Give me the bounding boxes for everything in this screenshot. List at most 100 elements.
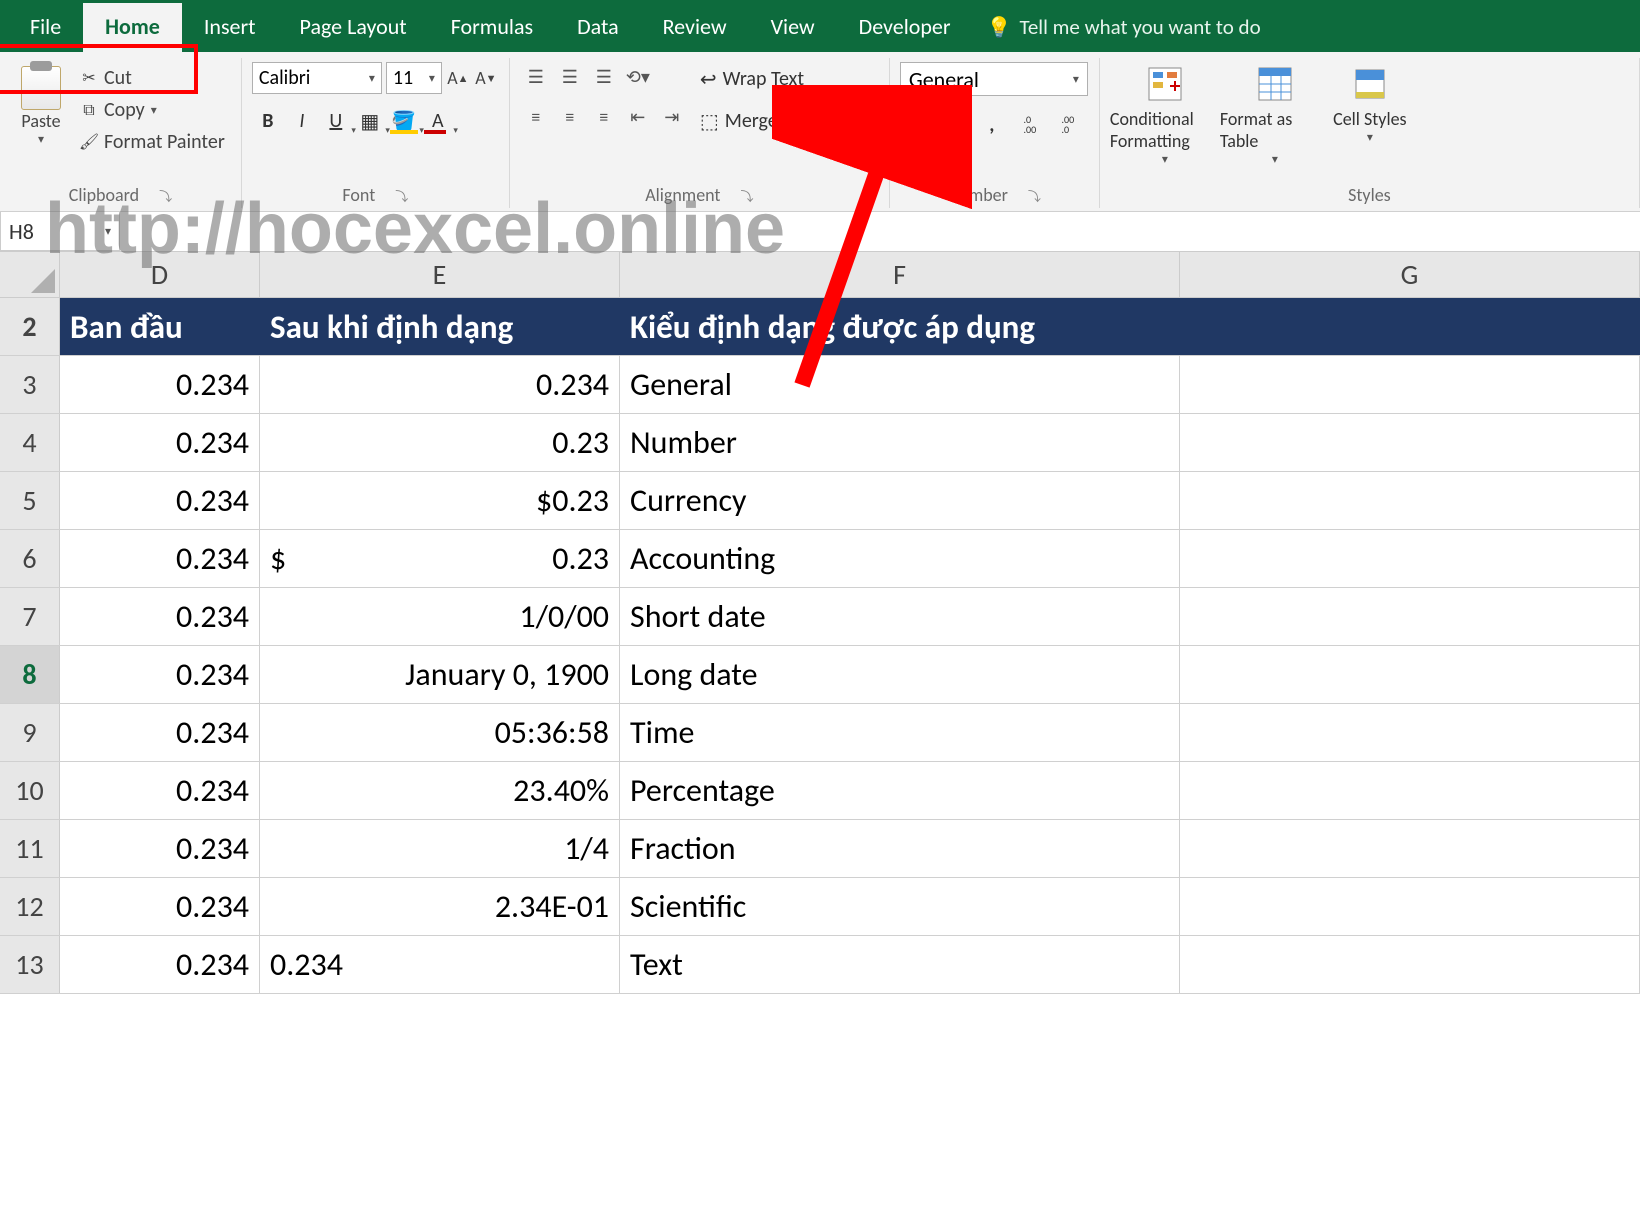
cell-E8[interactable]: January 0, 1900 bbox=[260, 646, 620, 703]
row-header-10[interactable]: 10 bbox=[0, 762, 60, 819]
row-header-3[interactable]: 3 bbox=[0, 356, 60, 413]
tab-view[interactable]: View bbox=[749, 3, 837, 52]
cell-G6[interactable] bbox=[1180, 530, 1640, 587]
tab-home[interactable]: Home bbox=[83, 3, 182, 52]
col-header-E[interactable]: E bbox=[260, 252, 620, 297]
header-cell-E[interactable]: Sau khi định dạng bbox=[260, 298, 620, 355]
cell-G7[interactable] bbox=[1180, 588, 1640, 645]
cell-D5[interactable]: 0.234 bbox=[60, 472, 260, 529]
tell-me-search[interactable]: 💡 Tell me what you want to do bbox=[973, 14, 1275, 52]
row-header-13[interactable]: 13 bbox=[0, 936, 60, 993]
tab-developer[interactable]: Developer bbox=[837, 3, 973, 52]
increase-decimal-button[interactable]: .0.00 bbox=[1014, 110, 1046, 140]
increase-font-size-button[interactable]: A▲ bbox=[446, 62, 470, 94]
cell-E13[interactable]: 0.234 bbox=[260, 936, 620, 993]
clipboard-launcher-icon[interactable]: ⤵ bbox=[159, 186, 172, 205]
cell-E5[interactable]: $0.23 bbox=[260, 472, 620, 529]
comma-format-button[interactable]: , bbox=[976, 110, 1008, 140]
merge-center-button[interactable]: ⬚ Merge & Center ▾ bbox=[700, 104, 867, 138]
row-header-2[interactable]: 2 bbox=[0, 298, 60, 355]
cell-E10[interactable]: 23.40% bbox=[260, 762, 620, 819]
cell-F6[interactable]: Accounting bbox=[620, 530, 1180, 587]
cell-G9[interactable] bbox=[1180, 704, 1640, 761]
cell-E9[interactable]: 05:36:58 bbox=[260, 704, 620, 761]
align-left-button[interactable]: ≡ bbox=[520, 102, 552, 132]
header-cell-G[interactable] bbox=[1180, 298, 1640, 355]
cell-E6[interactable]: $0.23 bbox=[260, 530, 620, 587]
col-header-F[interactable]: F bbox=[620, 252, 1180, 297]
tab-file[interactable]: File bbox=[8, 3, 83, 52]
cell-D7[interactable]: 0.234 bbox=[60, 588, 260, 645]
cell-F8[interactable]: Long date bbox=[620, 646, 1180, 703]
row-header-4[interactable]: 4 bbox=[0, 414, 60, 471]
wrap-text-button[interactable]: ↩ Wrap Text bbox=[700, 62, 867, 96]
row-header-11[interactable]: 11 bbox=[0, 820, 60, 877]
decrease-decimal-button[interactable]: .00.0 bbox=[1052, 110, 1084, 140]
decrease-font-size-button[interactable]: A▼ bbox=[474, 62, 498, 94]
tab-data[interactable]: Data bbox=[555, 3, 641, 52]
cell-E7[interactable]: 1/0/00 bbox=[260, 588, 620, 645]
fill-color-button[interactable]: 🪣▾ bbox=[388, 106, 420, 136]
cell-E12[interactable]: 2.34E-01 bbox=[260, 878, 620, 935]
cell-D12[interactable]: 0.234 bbox=[60, 878, 260, 935]
accounting-format-button[interactable]: $▾ bbox=[900, 110, 932, 140]
cell-E3[interactable]: 0.234 bbox=[260, 356, 620, 413]
cell-D4[interactable]: 0.234 bbox=[60, 414, 260, 471]
number-format-select[interactable]: General▾ bbox=[900, 62, 1088, 96]
cell-G13[interactable] bbox=[1180, 936, 1640, 993]
copy-button[interactable]: ⧉ Copy▾ bbox=[80, 98, 225, 122]
cell-F7[interactable]: Short date bbox=[620, 588, 1180, 645]
cell-G4[interactable] bbox=[1180, 414, 1640, 471]
align-bottom-button[interactable]: ☰ bbox=[588, 62, 620, 92]
cell-F5[interactable]: Currency bbox=[620, 472, 1180, 529]
col-header-D[interactable]: D bbox=[60, 252, 260, 297]
cell-F9[interactable]: Time bbox=[620, 704, 1180, 761]
row-header-9[interactable]: 9 bbox=[0, 704, 60, 761]
underline-button[interactable]: U▾ bbox=[320, 106, 352, 136]
cell-F12[interactable]: Scientific bbox=[620, 878, 1180, 935]
cell-F4[interactable]: Number bbox=[620, 414, 1180, 471]
cell-F13[interactable]: Text bbox=[620, 936, 1180, 993]
font-launcher-icon[interactable]: ⤵ bbox=[395, 186, 408, 205]
row-header-8[interactable]: 8 bbox=[0, 646, 60, 703]
cell-D11[interactable]: 0.234 bbox=[60, 820, 260, 877]
format-as-table-button[interactable]: Format as Table ▾ bbox=[1220, 62, 1330, 167]
cell-E11[interactable]: 1/4 bbox=[260, 820, 620, 877]
font-name-select[interactable]: Calibri▾ bbox=[252, 62, 382, 94]
align-center-button[interactable]: ≡ bbox=[554, 102, 586, 132]
borders-button[interactable]: ▦▾ bbox=[354, 106, 386, 136]
cell-D3[interactable]: 0.234 bbox=[60, 356, 260, 413]
tab-review[interactable]: Review bbox=[641, 3, 749, 52]
percent-format-button[interactable]: % bbox=[938, 110, 970, 140]
row-header-7[interactable]: 7 bbox=[0, 588, 60, 645]
cell-G8[interactable] bbox=[1180, 646, 1640, 703]
header-cell-F[interactable]: Kiểu định dạng được áp dụng bbox=[620, 298, 1180, 355]
cell-G12[interactable] bbox=[1180, 878, 1640, 935]
alignment-launcher-icon[interactable]: ⤵ bbox=[740, 186, 753, 205]
cell-E4[interactable]: 0.23 bbox=[260, 414, 620, 471]
bold-button[interactable]: B bbox=[252, 106, 284, 136]
tab-insert[interactable]: Insert bbox=[182, 3, 278, 52]
row-header-6[interactable]: 6 bbox=[0, 530, 60, 587]
font-size-select[interactable]: 11▾ bbox=[386, 62, 442, 94]
cell-D8[interactable]: 0.234 bbox=[60, 646, 260, 703]
row-header-12[interactable]: 12 bbox=[0, 878, 60, 935]
format-painter-button[interactable]: 🖌 Format Painter bbox=[80, 130, 225, 154]
decrease-indent-button[interactable]: ⇤ bbox=[622, 102, 654, 132]
cell-G10[interactable] bbox=[1180, 762, 1640, 819]
increase-indent-button[interactable]: ⇥ bbox=[656, 102, 688, 132]
cell-styles-button[interactable]: Cell Styles ▾ bbox=[1330, 62, 1410, 145]
cell-D10[interactable]: 0.234 bbox=[60, 762, 260, 819]
cell-D6[interactable]: 0.234 bbox=[60, 530, 260, 587]
tab-formulas[interactable]: Formulas bbox=[429, 3, 555, 52]
align-middle-button[interactable]: ☰ bbox=[554, 62, 586, 92]
font-color-button[interactable]: A▾ bbox=[422, 106, 454, 136]
cell-G3[interactable] bbox=[1180, 356, 1640, 413]
align-top-button[interactable]: ☰ bbox=[520, 62, 552, 92]
number-launcher-icon[interactable]: ⤵ bbox=[1028, 186, 1041, 205]
row-header-5[interactable]: 5 bbox=[0, 472, 60, 529]
orientation-button[interactable]: ⟲▾ bbox=[622, 62, 654, 92]
header-cell-D[interactable]: Ban đầu bbox=[60, 298, 260, 355]
tab-page-layout[interactable]: Page Layout bbox=[278, 3, 429, 52]
cell-F3[interactable]: General bbox=[620, 356, 1180, 413]
